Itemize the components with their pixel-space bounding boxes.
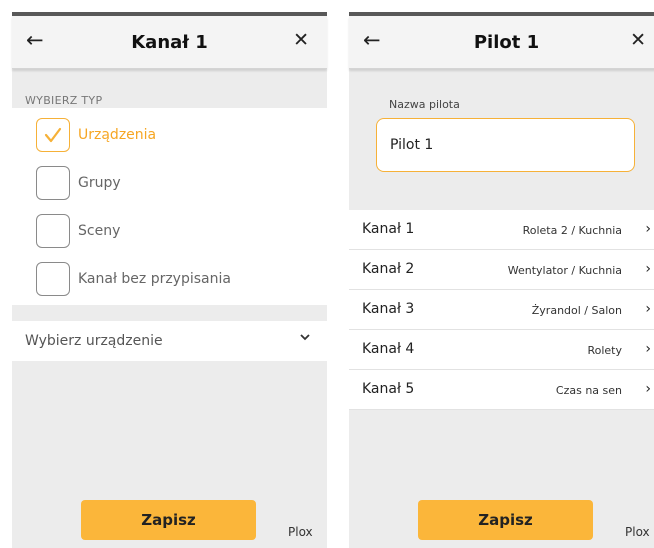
- page-title: Pilot 1: [473, 32, 540, 53]
- channel-type-screen: ← Kanał 1 ✕ WYBIERZ TYP Urządzenia Grupy…: [12, 12, 327, 548]
- option-label: Sceny: [78, 223, 121, 239]
- top-bar: ← Kanał 1 ✕: [12, 16, 327, 69]
- checkbox[interactable]: [36, 262, 70, 296]
- close-icon[interactable]: ✕: [630, 31, 646, 50]
- option-sceny[interactable]: Sceny: [36, 214, 316, 250]
- channel-row-2[interactable]: Kanał 2 Wentylator / Kuchnia ›: [349, 250, 654, 290]
- channel-list: Kanał 1 Roleta 2 / Kuchnia › Kanał 2 Wen…: [349, 210, 654, 410]
- device-select-dropdown[interactable]: Wybierz urządzenie: [12, 321, 327, 361]
- save-button[interactable]: Zapisz: [81, 500, 256, 540]
- brand-logo: Plox: [288, 525, 313, 539]
- close-icon[interactable]: ✕: [293, 31, 309, 50]
- option-grupy[interactable]: Grupy: [36, 166, 316, 202]
- option-label: Grupy: [78, 175, 121, 191]
- page-title: Kanał 1: [131, 32, 208, 53]
- option-label: Kanał bez przypisania: [78, 271, 231, 287]
- remote-name-label: Nazwa pilota: [389, 98, 460, 111]
- channel-row-4[interactable]: Kanał 4 Rolety ›: [349, 330, 654, 370]
- top-bar: ← Pilot 1 ✕: [349, 16, 654, 69]
- channel-row-1[interactable]: Kanał 1 Roleta 2 / Kuchnia ›: [349, 210, 654, 250]
- remote-settings-screen: ← Pilot 1 ✕ Nazwa pilota Pilot 1 Kanał 1…: [349, 12, 654, 548]
- brand-logo: Plox: [625, 525, 650, 539]
- channel-name: Kanał 3: [362, 301, 415, 317]
- channel-assignment: Czas na sen: [555, 384, 622, 397]
- channel-row-5[interactable]: Kanał 5 Czas na sen ›: [349, 370, 654, 410]
- channel-name: Kanał 5: [362, 381, 415, 397]
- dropdown-label: Wybierz urządzenie: [25, 333, 163, 349]
- remote-name-field[interactable]: Pilot 1: [376, 118, 635, 172]
- channel-name: Kanał 1: [362, 221, 415, 237]
- type-options-panel: Urządzenia Grupy Sceny Kanał bez przypis…: [12, 108, 327, 305]
- channel-assignment: Roleta 2 / Kuchnia: [522, 224, 622, 237]
- option-urzadzenia[interactable]: Urządzenia: [36, 118, 316, 154]
- channel-assignment: Żyrandol / Salon: [531, 304, 622, 317]
- channel-row-3[interactable]: Kanał 3 Żyrandol / Salon ›: [349, 290, 654, 330]
- channel-name: Kanał 4: [362, 341, 415, 357]
- channel-assignment: Wentylator / Kuchnia: [507, 264, 622, 277]
- save-button[interactable]: Zapisz: [418, 500, 593, 540]
- chevron-right-icon: ›: [645, 221, 651, 237]
- check-icon: [44, 127, 62, 143]
- chevron-right-icon: ›: [645, 341, 651, 357]
- option-label: Urządzenia: [78, 127, 157, 143]
- channel-assignment: Rolety: [587, 344, 622, 357]
- checkbox[interactable]: [36, 166, 70, 200]
- chevron-right-icon: ›: [645, 261, 651, 277]
- chevron-right-icon: ›: [645, 301, 651, 317]
- checkbox[interactable]: [36, 118, 70, 152]
- chevron-down-icon: [299, 331, 311, 347]
- option-kanal-bez-przypisania[interactable]: Kanał bez przypisania: [36, 262, 316, 298]
- remote-name-value: Pilot 1: [390, 137, 434, 153]
- checkbox[interactable]: [36, 214, 70, 248]
- chevron-right-icon: ›: [645, 381, 651, 397]
- section-label: WYBIERZ TYP: [25, 94, 103, 107]
- channel-name: Kanał 2: [362, 261, 415, 277]
